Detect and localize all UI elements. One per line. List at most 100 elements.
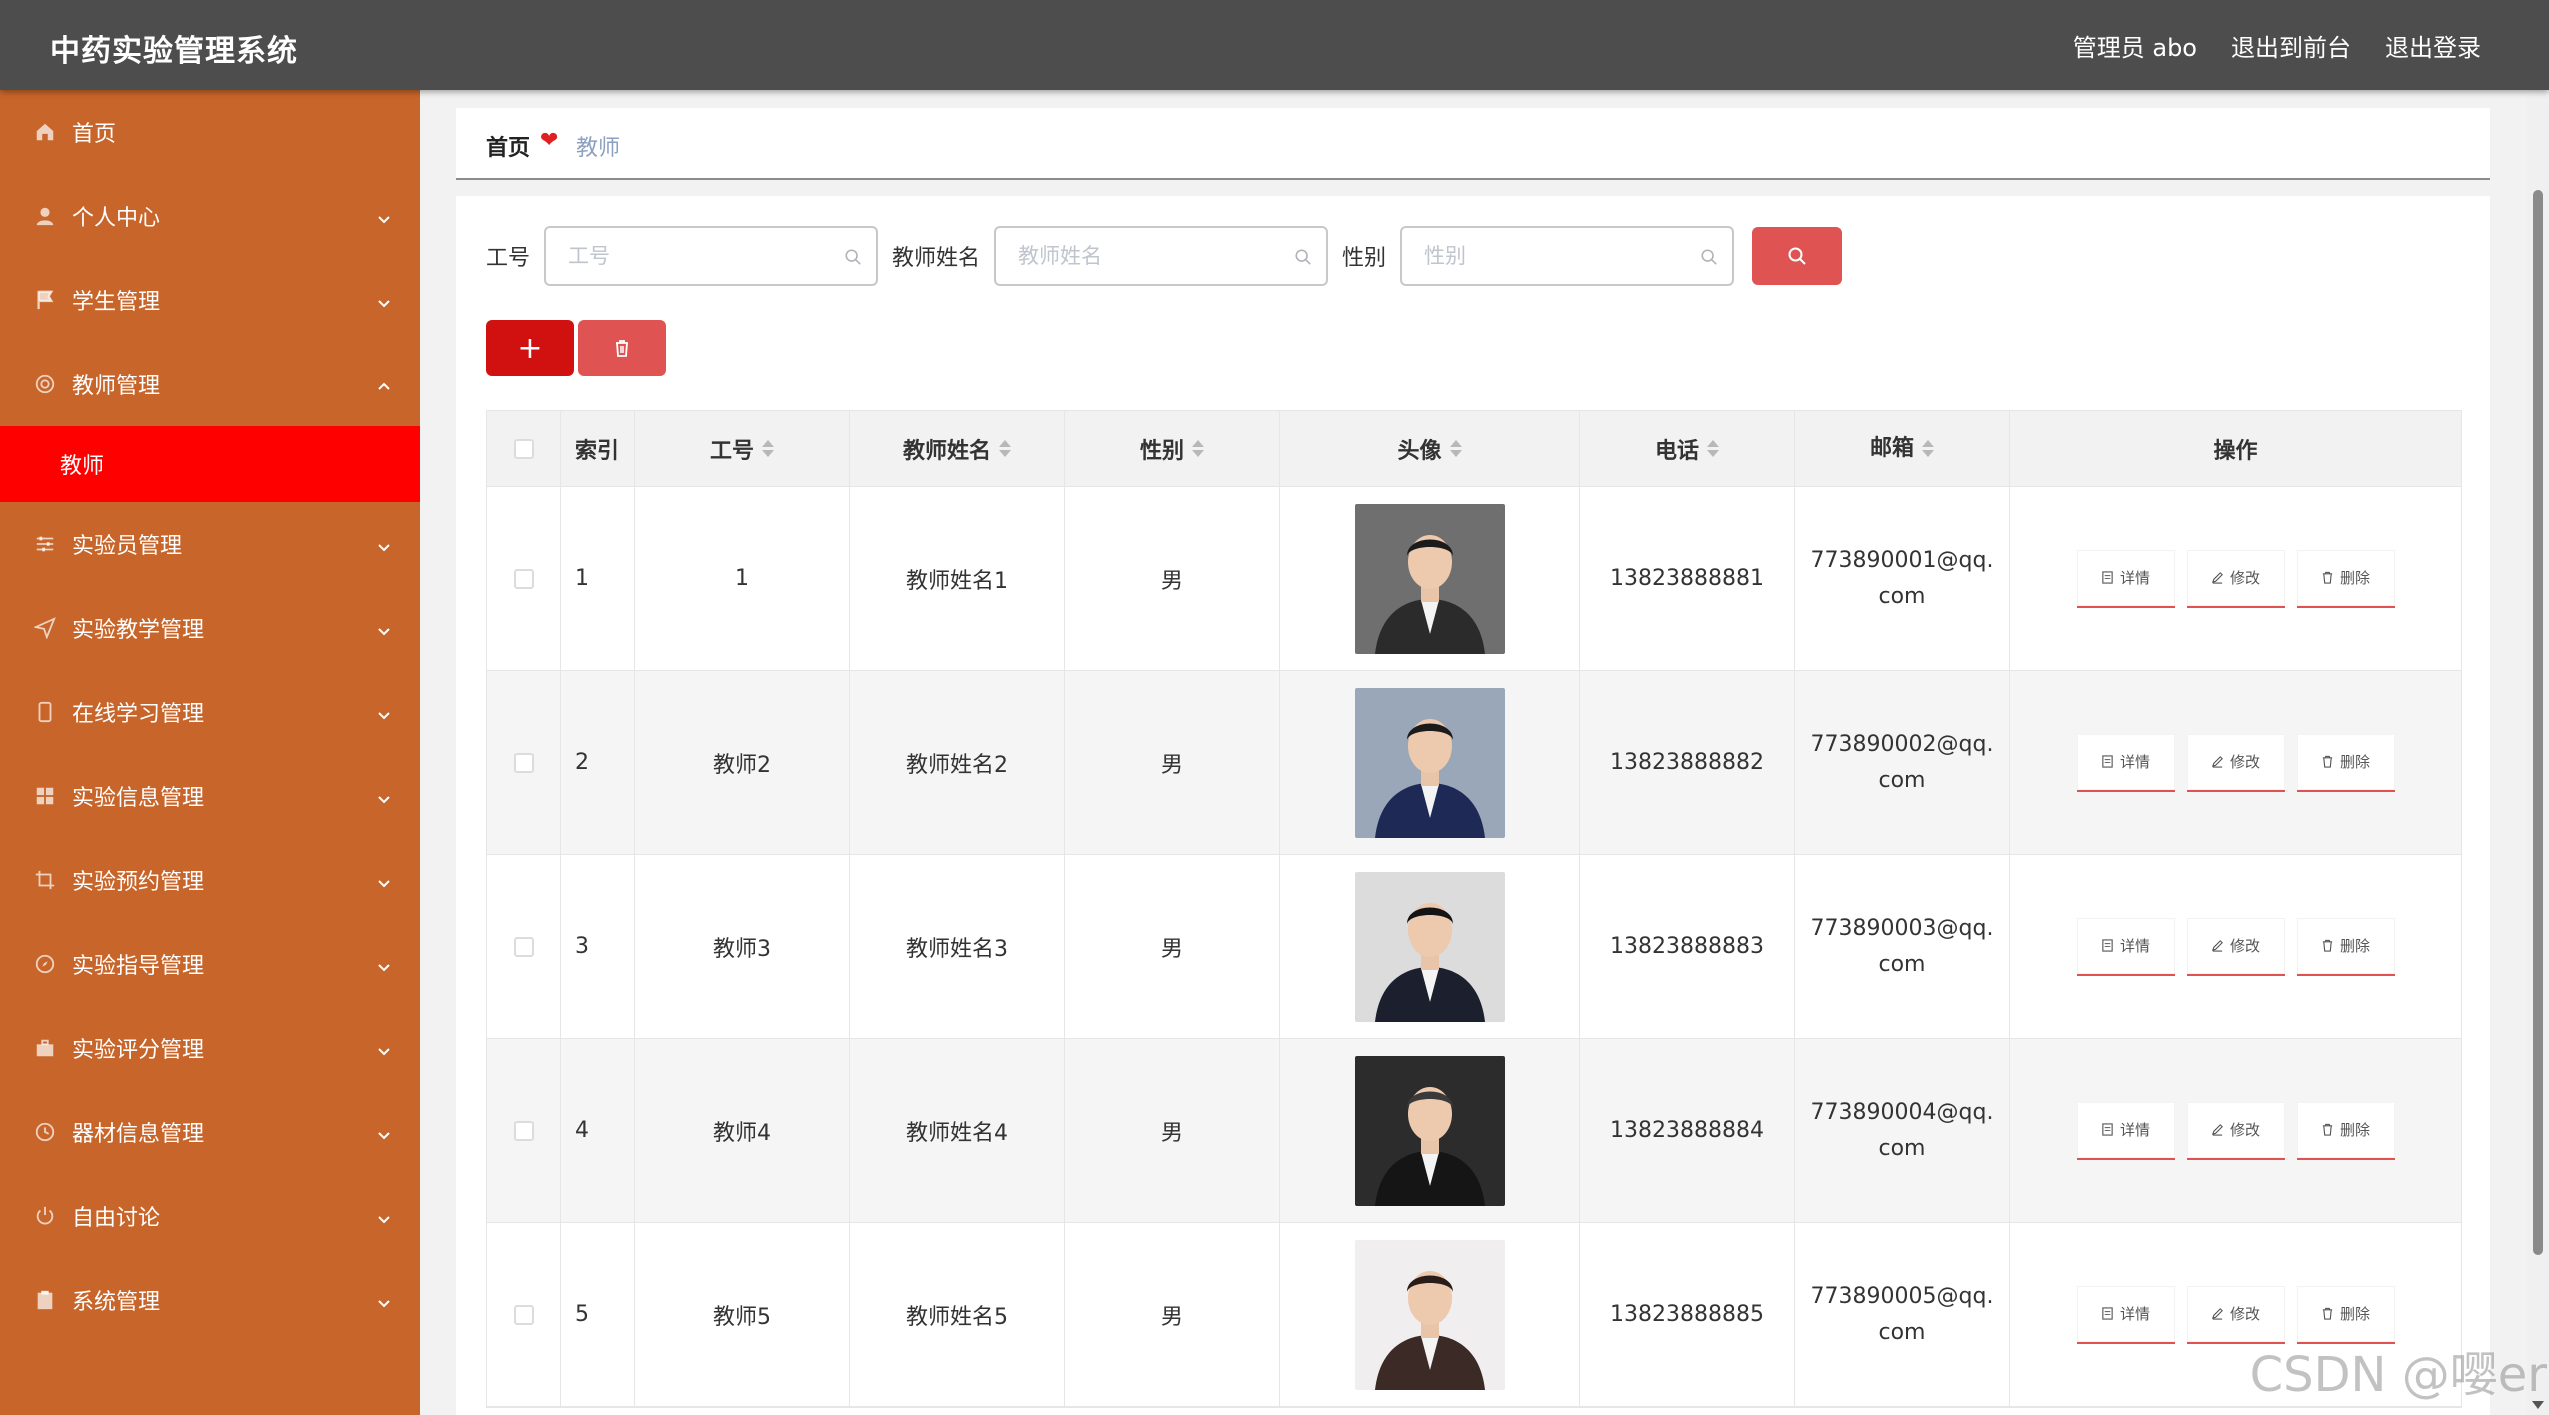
teacher-table: 索引 工号 教师姓名 性别 头像 电话 邮箱 操作 1 1 教师姓名1 男 138238… [486, 410, 2462, 1408]
home-icon [34, 121, 56, 143]
row-checkbox[interactable] [513, 1120, 534, 1141]
table-header: 索引 工号 教师姓名 性别 头像 电话 邮箱 操作 [487, 411, 2461, 487]
chevron-down-icon [376, 1292, 392, 1308]
page-scrollbar[interactable] [2527, 90, 2549, 1415]
exit-to-front-link[interactable]: 退出到前台 [2231, 28, 2351, 63]
op-label: 修改 [2229, 569, 2260, 587]
op-label: 修改 [2229, 1121, 2260, 1139]
delete-button[interactable]: 删除 [2296, 1101, 2395, 1160]
column-header-name[interactable]: 教师姓名 [850, 411, 1065, 486]
sidebar-item-label: 实验教学管理 [72, 618, 205, 643]
sidebar-item-system-management[interactable]: 系统管理 [0, 1258, 420, 1342]
column-header-sex[interactable]: 性别 [1065, 411, 1280, 486]
delete-button[interactable]: 删除 [2296, 917, 2395, 976]
sidebar-item-free-discussion[interactable]: 自由讨论 [0, 1174, 420, 1258]
detail-button[interactable]: 详情 [2076, 1285, 2175, 1344]
detail-button[interactable]: 详情 [2076, 1101, 2175, 1160]
column-header-phone[interactable]: 电话 [1580, 411, 1795, 486]
teacher-avatar-photo[interactable] [1354, 871, 1505, 1022]
row-checkbox[interactable] [513, 1304, 534, 1325]
add-button[interactable]: + [486, 320, 574, 376]
cell-phone: 13823888884 [1580, 1039, 1795, 1222]
search-icon [1788, 247, 1806, 265]
sidebar-item-label: 学生管理 [72, 290, 161, 315]
sidebar-item-personal-center[interactable]: 个人中心 [0, 174, 420, 258]
trash-icon [2322, 571, 2333, 584]
cell-email: 773890004@qq.com [1795, 1039, 2010, 1222]
sex-search-input[interactable] [1402, 228, 1733, 284]
sidebar-item-label: 个人中心 [72, 206, 161, 231]
action-bar: + [486, 320, 666, 376]
column-header-id[interactable]: 工号 [635, 411, 850, 486]
header-actions: 管理员 abo 退出到前台 退出登录 [2073, 28, 2481, 63]
chevron-down-icon [376, 872, 392, 888]
column-header-label: 工号 [709, 438, 754, 464]
sliders-icon [34, 533, 56, 555]
op-label: 删除 [2339, 1121, 2370, 1139]
sidebar-item-student-management[interactable]: 学生管理 [0, 258, 420, 342]
sidebar-item-lab-booking-management[interactable]: 实验预约管理 [0, 838, 420, 922]
sidebar-item-lab-teaching-management[interactable]: 实验教学管理 [0, 586, 420, 670]
edit-button[interactable]: 修改 [2186, 917, 2285, 976]
column-header-email[interactable]: 邮箱 [1795, 411, 2010, 486]
edit-button[interactable]: 修改 [2186, 733, 2285, 792]
chevron-down-icon [376, 956, 392, 972]
cell-sex: 男 [1065, 487, 1280, 670]
teacher-avatar-photo[interactable] [1354, 1239, 1505, 1390]
main-panel: 工号 教师姓名 性别 + 索引 工号 教师姓名 性别 [456, 196, 2490, 1415]
name-search-input[interactable] [996, 228, 1327, 284]
send-icon [34, 617, 56, 639]
time-icon [34, 1121, 56, 1143]
id-search-input[interactable] [546, 228, 877, 284]
batch-delete-button[interactable] [578, 320, 666, 376]
sidebar-item-online-learning-management[interactable]: 在线学习管理 [0, 670, 420, 754]
table-row: 1 1 教师姓名1 男 13823888881 773890001@qq.com 详情 修改删… [487, 487, 2461, 671]
edit-button[interactable]: 修改 [2186, 549, 2285, 608]
breadcrumb-current: 教师 [576, 136, 621, 161]
admin-user-link[interactable]: 管理员 abo [2073, 28, 2197, 63]
sidebar-item-home[interactable]: 首页 [0, 90, 420, 174]
op-label: 删除 [2339, 753, 2370, 771]
detail-button[interactable]: 详情 [2076, 733, 2175, 792]
detail-button[interactable]: 详情 [2076, 917, 2175, 976]
sidebar-item-lab-scoring-management[interactable]: 实验评分管理 [0, 1006, 420, 1090]
id-label: 工号 [486, 246, 531, 271]
sidebar-item-teacher-management[interactable]: 教师管理 [0, 342, 420, 426]
cell-name: 教师姓名4 [850, 1039, 1065, 1222]
cell-id: 教师3 [635, 855, 850, 1038]
logout-link[interactable]: 退出登录 [2385, 28, 2481, 63]
scrollbar-thumb[interactable] [2533, 190, 2543, 1255]
chevron-down-icon [376, 788, 392, 804]
watermark: CSDN @嘤er [2249, 1347, 2547, 1403]
column-header-avatar[interactable]: 头像 [1280, 411, 1580, 486]
row-checkbox[interactable] [513, 752, 534, 773]
sex-search-field [1400, 226, 1735, 286]
sidebar-item-lab-guidance-management[interactable]: 实验指导管理 [0, 922, 420, 1006]
teacher-avatar-photo[interactable] [1354, 503, 1505, 654]
breadcrumb-home[interactable]: 首页 [486, 130, 530, 162]
document-icon [2102, 1123, 2113, 1136]
teacher-avatar-photo[interactable] [1354, 1055, 1505, 1206]
sidebar-item-label: 实验指导管理 [72, 954, 205, 979]
delete-button[interactable]: 删除 [2296, 549, 2395, 608]
edit-button[interactable]: 修改 [2186, 1101, 2285, 1160]
row-checkbox[interactable] [513, 568, 534, 589]
sidebar-item-label: 器材信息管理 [72, 1122, 205, 1147]
delete-button[interactable]: 删除 [2296, 733, 2395, 792]
cell-sex: 男 [1065, 1039, 1280, 1222]
top-header: 中药实验管理系统 管理员 abo 退出到前台 退出登录 [0, 0, 2549, 90]
sidebar-item-equipment-info-management[interactable]: 器材信息管理 [0, 1090, 420, 1174]
chevron-down-icon [376, 1040, 392, 1056]
chevron-up-icon [376, 376, 392, 392]
detail-button[interactable]: 详情 [2076, 549, 2175, 608]
sidebar-item-lab-info-management[interactable]: 实验信息管理 [0, 754, 420, 838]
sidebar-subitem-teacher[interactable]: 教师 [0, 426, 420, 502]
op-label: 详情 [2119, 937, 2150, 955]
column-header-label: 头像 [1397, 438, 1442, 464]
sidebar-item-lab-staff-management[interactable]: 实验员管理 [0, 502, 420, 586]
sidebar-item-label: 在线学习管理 [72, 702, 205, 727]
row-checkbox[interactable] [513, 936, 534, 957]
select-all-checkbox[interactable] [513, 438, 534, 459]
teacher-avatar-photo[interactable] [1354, 687, 1505, 838]
search-button[interactable] [1752, 227, 1843, 285]
